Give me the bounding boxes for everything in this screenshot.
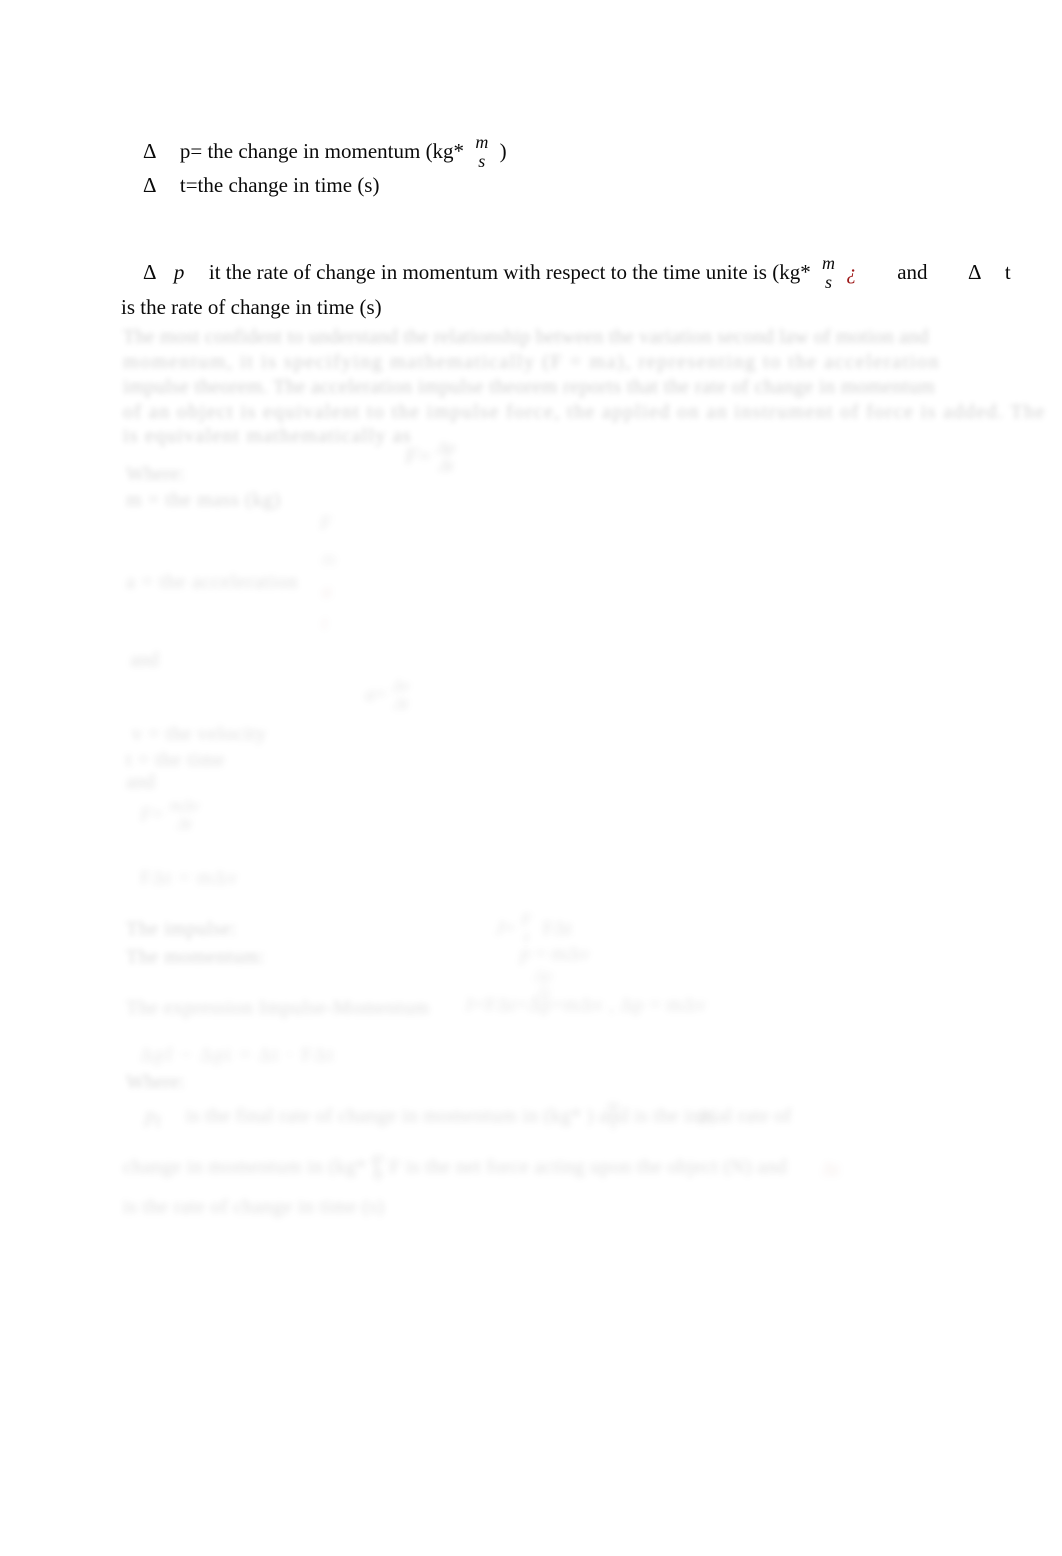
rate-of-change-paragraph-line1: Δ p it the rate of change in momentum wi… (143, 254, 1011, 293)
document-page: Δ p= the change in momentum (kg* m s ) Δ… (0, 0, 1062, 1556)
faded-equation-fraction-bottom: a (322, 581, 332, 602)
faded-closing-line-1: pf is the final rate of change in moment… (145, 1105, 792, 1131)
definition-text-time: t=the change in time (s) (179, 173, 380, 197)
faded-equation-force: F (320, 513, 332, 534)
faded-body-line-5: is equivalent mathematically as (123, 425, 412, 447)
faded-where-item-mass: m = the mass (kg) (126, 489, 281, 511)
faded-closing-line-3: is the rate of change in time (s) (123, 1196, 385, 1218)
fraction-denominator: s (478, 151, 486, 171)
faded-where-item-acceleration: a = the acceleration (126, 571, 299, 593)
faded-impulse-label: The impulse: (126, 918, 237, 940)
delta-symbol: Δ (143, 259, 156, 284)
fraction-numerator: m (821, 253, 835, 273)
faded-equation-closing: Δpf − Δpi = Δt · FΔt (140, 1044, 336, 1066)
faded-body-line-4: of an object is equivalent to the impuls… (123, 401, 1046, 423)
fraction-numerator: m (475, 132, 489, 152)
faded-equation-newton-second-law: F= Δp Δt (405, 438, 456, 475)
faded-equation-force-expanded: F= mΔv Δt (140, 796, 200, 833)
delta-symbol-2: Δ (968, 259, 981, 284)
faded-body-line-2: momentum, it is specifying mathematicall… (123, 351, 941, 373)
faded-where-label: Where: (126, 463, 185, 485)
rate-of-change-text: it the rate of change in momentum with r… (208, 259, 811, 284)
faded-where-label-2: Where: (126, 1071, 185, 1093)
faded-closing-fraction-2: ms (372, 1148, 385, 1185)
fraction-meters-per-second: m s (822, 254, 835, 292)
faded-equation-impulse-form: FΔt = mΔv (140, 867, 239, 889)
faded-momentum-label: The momentum: (126, 946, 266, 968)
delta-symbol: Δ (143, 138, 156, 163)
faded-closing-symbol-delta-t: Δt (822, 1159, 840, 1180)
faded-and-label-1: and (130, 649, 159, 671)
faded-closing-fraction-1: ms (607, 1096, 620, 1133)
faded-equation-fraction-top: m (322, 549, 336, 570)
faded-closing-symbol-pi: pi (700, 1105, 714, 1130)
faded-body-line-1: The most confident to understand the rel… (123, 326, 929, 348)
conjunction-and: and (897, 259, 928, 284)
formula-error-marker: ¿ (846, 259, 857, 284)
faded-body-line-3: impulse theorem. The acceleration impuls… (123, 376, 936, 398)
definition-line-delta-t: Δ t=the change in time (s) (143, 172, 379, 198)
definition-text-momentum: p= the change in momentum (kg* (179, 138, 465, 163)
fraction-denominator: s (824, 272, 832, 292)
definition-line-delta-p: Δ p= the change in momentum (kg* m s ) (143, 133, 507, 172)
faded-expression-label: The expression Impulse-Momentum (126, 997, 430, 1019)
faded-momentum-equation: p = mΔv (520, 943, 590, 965)
faded-equation-trailing: t (322, 613, 328, 634)
closing-paren: ) (499, 138, 507, 163)
fraction-meters-per-second: m s (475, 133, 488, 171)
faded-item-velocity: v = the velocity (132, 723, 267, 745)
faded-equation-acceleration: a= Δv Δt (365, 676, 410, 713)
delta-symbol: Δ (143, 173, 156, 197)
faded-expression-equation: J=FΔt=Δp=mΔv , Δp = mΔv (465, 994, 707, 1016)
momentum-symbol: p (173, 259, 185, 284)
time-symbol: t (1004, 259, 1011, 284)
rate-of-change-paragraph-line2: is the rate of change in time (s) (121, 295, 382, 319)
faded-item-time: t = the time (126, 749, 226, 771)
faded-and-label-2: and (126, 771, 155, 793)
faded-closing-line-2: change in momentum in (kg* ), F is the n… (123, 1156, 788, 1178)
